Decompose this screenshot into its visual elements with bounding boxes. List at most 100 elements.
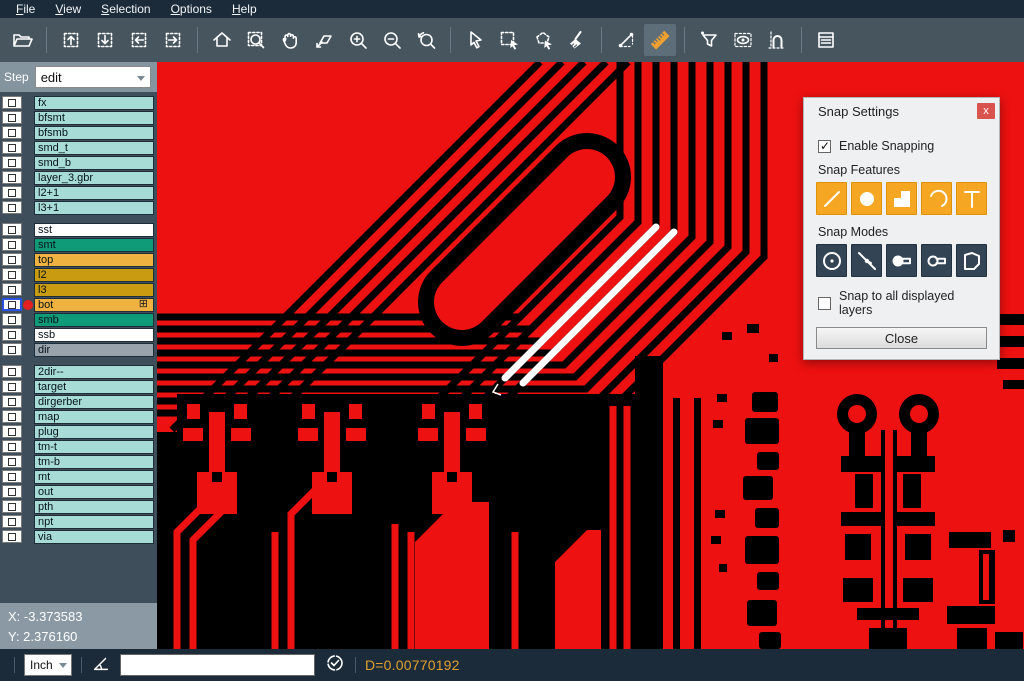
layer-visibility-checkbox[interactable] [2, 171, 22, 184]
import-down-button[interactable] [89, 24, 121, 56]
snap-settings-button[interactable] [761, 24, 793, 56]
layer-name[interactable]: tm-t [34, 440, 154, 454]
layer-name[interactable]: dirgerber [34, 395, 154, 409]
layer-row[interactable]: via [0, 529, 157, 544]
layer-row[interactable]: l2 [0, 267, 157, 282]
dialog-close-icon[interactable]: x [977, 103, 995, 119]
layer-name[interactable]: 2dir-- [34, 365, 154, 379]
layer-name[interactable]: smt [34, 238, 154, 252]
enable-snapping-checkbox[interactable] [818, 140, 831, 153]
snap-feature-text-button[interactable] [956, 182, 987, 215]
measure-points-button[interactable] [610, 24, 642, 56]
snap-mode-corner-button[interactable] [956, 244, 987, 277]
layer-row[interactable]: mt [0, 469, 157, 484]
layer-visibility-checkbox[interactable] [2, 238, 22, 251]
layer-visibility-checkbox[interactable] [2, 141, 22, 154]
layer-visibility-checkbox[interactable] [2, 485, 22, 498]
menu-file[interactable]: File [6, 0, 45, 18]
layer-name[interactable]: smb [34, 313, 154, 327]
layer-name[interactable]: bfsmt [34, 111, 154, 125]
layer-row[interactable]: bot ⊞ [0, 297, 157, 312]
layer-name[interactable]: l2+1 [34, 186, 154, 200]
angle-mode-icon[interactable] [91, 653, 111, 678]
layer-row[interactable]: out [0, 484, 157, 499]
layer-name[interactable]: tm-b [34, 455, 154, 469]
layer-visibility-checkbox[interactable] [2, 253, 22, 266]
step-select[interactable]: edit [35, 66, 151, 88]
pan-button[interactable] [274, 24, 306, 56]
layer-name[interactable]: layer_3.gbr [34, 171, 154, 185]
layer-row[interactable]: dirgerber [0, 394, 157, 409]
layer-name[interactable]: pth [34, 500, 154, 514]
layer-name[interactable]: map [34, 410, 154, 424]
snap-feature-line-button[interactable] [816, 182, 847, 215]
zoom-out-button[interactable] [376, 24, 408, 56]
layer-row[interactable]: smt [0, 237, 157, 252]
layer-row[interactable]: l3 [0, 282, 157, 297]
dialog-title-bar[interactable]: Snap Settings x [804, 98, 999, 125]
snap-all-layers-checkbox[interactable] [818, 297, 831, 310]
layer-row[interactable]: ssb [0, 327, 157, 342]
layer-visibility-checkbox[interactable] [2, 440, 22, 453]
enable-snapping-row[interactable]: Enable Snapping [818, 139, 987, 153]
layer-visibility-checkbox[interactable] [2, 268, 22, 281]
snap-feature-surface-button[interactable] [886, 182, 917, 215]
open-file-button[interactable] [6, 24, 38, 56]
layer-row[interactable]: top [0, 252, 157, 267]
layer-visibility-checkbox[interactable] [2, 328, 22, 341]
menu-help[interactable]: Help [222, 0, 267, 18]
layer-name[interactable]: l3+1 [34, 201, 154, 215]
layer-row[interactable]: bfsmb [0, 125, 157, 140]
import-left-button[interactable] [123, 24, 155, 56]
layer-name[interactable]: bot [34, 298, 154, 312]
layer-row[interactable]: npt [0, 514, 157, 529]
snap-feature-pad-button[interactable] [851, 182, 882, 215]
layer-visibility-checkbox[interactable] [2, 223, 22, 236]
layer-visibility-checkbox[interactable] [2, 425, 22, 438]
layer-row[interactable]: tm-t [0, 439, 157, 454]
zoom-region-button[interactable] [240, 24, 272, 56]
layer-row[interactable]: pth [0, 499, 157, 514]
measure-input[interactable] [120, 654, 315, 676]
zoom-previous-button[interactable] [410, 24, 442, 56]
layer-visibility-checkbox[interactable] [2, 201, 22, 214]
layer-visibility-checkbox[interactable] [2, 530, 22, 543]
snap-mode-slot-filled-button[interactable] [886, 244, 917, 277]
layer-row[interactable]: l2+1 [0, 185, 157, 200]
home-view-button[interactable] [206, 24, 238, 56]
layer-name[interactable]: sst [34, 223, 154, 237]
layer-row[interactable]: smb [0, 312, 157, 327]
snap-mode-on-line-button[interactable] [851, 244, 882, 277]
clear-selection-button[interactable] [561, 24, 593, 56]
layer-visibility-checkbox[interactable] [2, 455, 22, 468]
layer-visibility-checkbox[interactable] [2, 470, 22, 483]
zoom-in-button[interactable] [342, 24, 374, 56]
zoom-window-button[interactable] [308, 24, 340, 56]
layer-row[interactable]: 2dir-- [0, 364, 157, 379]
layer-visibility-checkbox[interactable] [2, 126, 22, 139]
layer-name[interactable]: smd_t [34, 141, 154, 155]
layer-visibility-checkbox[interactable] [2, 395, 22, 408]
layer-visibility-checkbox[interactable] [2, 365, 22, 378]
import-up-button[interactable] [55, 24, 87, 56]
snap-mode-center-button[interactable] [816, 244, 847, 277]
layer-name[interactable]: npt [34, 515, 154, 529]
layer-visibility-checkbox[interactable] [2, 515, 22, 528]
layer-row[interactable]: plug [0, 424, 157, 439]
menu-view[interactable]: View [45, 0, 91, 18]
measure-ruler-button[interactable] [644, 24, 676, 56]
layer-visibility-checkbox[interactable] [2, 156, 22, 169]
snap-feature-arc-button[interactable] [921, 182, 952, 215]
layer-row[interactable]: dir [0, 342, 157, 357]
menu-selection[interactable]: Selection [91, 0, 160, 18]
layer-list-panel-button[interactable] [810, 24, 842, 56]
layer-row[interactable]: layer_3.gbr [0, 170, 157, 185]
layer-row[interactable]: tm-b [0, 454, 157, 469]
select-rect-button[interactable] [493, 24, 525, 56]
layer-row[interactable]: smd_b [0, 155, 157, 170]
layer-name[interactable]: via [34, 530, 154, 544]
close-button[interactable]: Close [816, 327, 987, 349]
select-arrow-button[interactable] [459, 24, 491, 56]
snap-all-layers-row[interactable]: Snap to all displayed layers [818, 289, 987, 317]
refresh-check-icon[interactable] [324, 652, 346, 679]
